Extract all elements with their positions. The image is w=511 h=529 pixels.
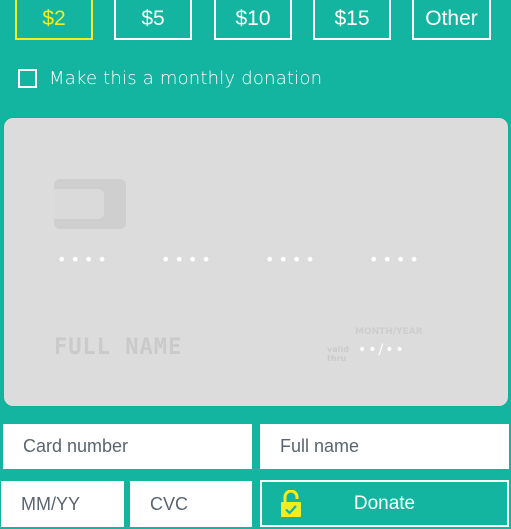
donate-button[interactable]: Donate: [260, 480, 509, 527]
amount-button-10[interactable]: $10: [214, 0, 292, 40]
expiry-input[interactable]: [1, 481, 124, 527]
card-number-input[interactable]: [3, 424, 252, 469]
card-number-group: ••••: [265, 250, 319, 269]
expiry-label: MONTH/YEAR: [355, 327, 423, 337]
card-chip-icon: [54, 179, 126, 229]
lock-icon: [281, 490, 301, 517]
monthly-donation-checkbox[interactable]: [18, 69, 37, 88]
amount-button-other[interactable]: Other: [412, 0, 491, 40]
cvc-input[interactable]: [130, 481, 252, 527]
card-preview: •••• •••• •••• •••• FULL NAME valid thru…: [4, 118, 508, 406]
amount-button-15[interactable]: $15: [313, 0, 391, 40]
card-number-group: ••••: [57, 250, 111, 269]
valid-thru-label: valid thru: [327, 345, 349, 363]
card-holder-name: FULL NAME: [54, 335, 183, 360]
amount-button-2[interactable]: $2: [15, 0, 93, 40]
card-number-group: ••••: [161, 250, 215, 269]
amount-button-5[interactable]: $5: [114, 0, 192, 40]
monthly-donation-label: Make this a monthly donation: [49, 68, 323, 89]
donate-label: Donate: [353, 492, 416, 514]
expiry-value: ••/••: [358, 342, 406, 358]
card-number-group: ••••: [369, 250, 423, 269]
monthly-donation-option[interactable]: Make this a monthly donation: [18, 68, 322, 89]
full-name-input[interactable]: [260, 424, 509, 469]
